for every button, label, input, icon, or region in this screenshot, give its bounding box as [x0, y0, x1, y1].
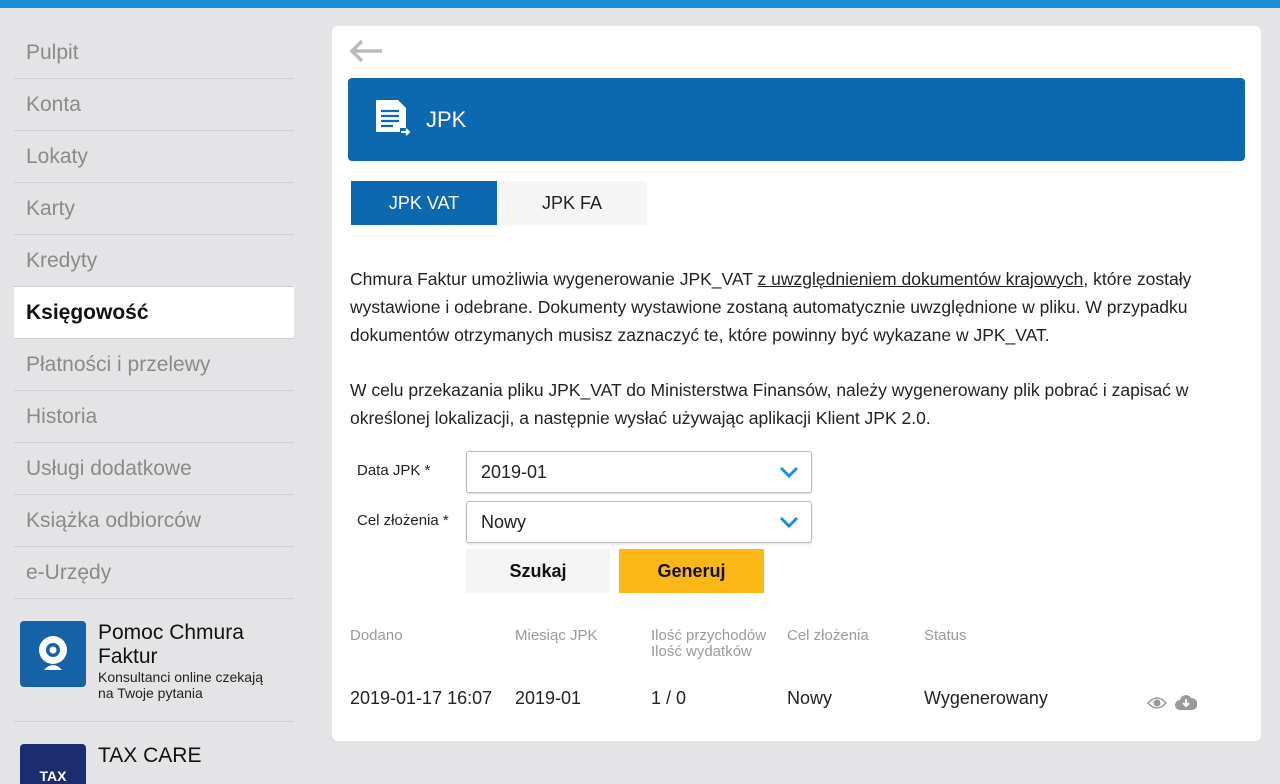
date-select[interactable]: 2019-01: [466, 451, 812, 493]
purpose-value: Nowy: [481, 511, 527, 532]
eye-icon[interactable]: [1147, 696, 1167, 710]
tax-care-logo: TAX: [20, 744, 86, 784]
page-title: JPK: [426, 106, 467, 132]
cell-month: 2019-01: [515, 688, 582, 708]
help-line2: na Twoje pytania: [98, 685, 203, 701]
sidebar-item-pulpit[interactable]: Pulpit: [14, 27, 294, 79]
back-arrow-icon[interactable]: [348, 38, 384, 64]
sidebar-item-kredyty[interactable]: Kredyty: [14, 235, 294, 287]
date-label: Data JPK *: [357, 462, 431, 479]
date-value: 2019-01: [481, 461, 548, 482]
tab-jpk-fa[interactable]: JPK FA: [497, 181, 647, 225]
purpose-select[interactable]: Nowy: [466, 501, 812, 543]
col-income: Ilość przychodów: [651, 627, 767, 644]
text: Chmura Faktur umożliwia wygenerowanie JP…: [350, 269, 758, 289]
main-panel: JPK JPK VAT JPK FA Chmura Faktur umożliw…: [332, 26, 1261, 741]
sidebar-item-uslugi[interactable]: Usługi dodatkowe: [14, 443, 294, 495]
tabs: JPK VAT JPK FA: [351, 181, 647, 225]
col-status: Status: [924, 627, 967, 644]
purpose-label: Cel złożenia *: [357, 512, 449, 529]
sidebar: Pulpit Konta Lokaty Karty Kredyty Księgo…: [14, 27, 294, 784]
col-purpose: Cel złożenia: [787, 627, 869, 644]
cell-status: Wygenerowany: [924, 688, 1048, 708]
sidebar-item-historia[interactable]: Historia: [14, 391, 294, 443]
sidebar-item-lokaty[interactable]: Lokaty: [14, 131, 294, 183]
chevron-down-icon: [779, 466, 799, 479]
top-bar: [0, 0, 1280, 8]
sidebar-item-karty[interactable]: Karty: [14, 183, 294, 235]
sidebar-item-konta[interactable]: Konta: [14, 79, 294, 131]
help-promo[interactable]: Pomoc Chmura Faktur Konsultanci online c…: [14, 599, 294, 722]
description-2: W celu przekazania pliku JPK_VAT do Mini…: [350, 380, 1189, 428]
domestic-docs-link[interactable]: z uwzględnieniem dokumentów krajowych: [758, 269, 1084, 289]
generate-button[interactable]: Generuj: [619, 549, 764, 593]
description-1: Chmura Faktur umożliwia wygenerowanie JP…: [350, 265, 1240, 349]
col-added: Dodano: [350, 627, 403, 644]
col-counts: Ilość przychodów Ilość wydatków: [651, 628, 766, 660]
sidebar-item-platnosci[interactable]: Płatności i przelewy: [14, 339, 294, 391]
help-title: Pomoc Chmura Faktur: [98, 621, 244, 668]
tab-jpk-vat[interactable]: JPK VAT: [351, 181, 497, 225]
sidebar-item-ksiegowosc[interactable]: Księgowość: [14, 287, 294, 339]
sidebar-item-e-urzedy[interactable]: e-Urzędy: [14, 547, 294, 599]
tax-care-promo[interactable]: TAX TAX CARE: [14, 722, 294, 784]
document-export-icon: [376, 99, 411, 136]
page-header: JPK: [348, 78, 1245, 161]
tax-care-title: TAX CARE: [98, 744, 202, 767]
search-button[interactable]: Szukaj: [466, 549, 610, 593]
webcam-icon: [20, 621, 86, 687]
cell-counts: 1 / 0: [651, 688, 687, 708]
sidebar-item-ksiazka[interactable]: Książka odbiorców: [14, 495, 294, 547]
col-expenses: Ilość wydatków: [651, 643, 752, 660]
help-line1: Konsultanci online czekają: [98, 669, 263, 685]
cell-added: 2019-01-17 16:07: [350, 688, 493, 708]
cloud-download-icon[interactable]: [1175, 693, 1197, 711]
cell-purpose: Nowy: [787, 688, 833, 708]
col-month: Miesiąc JPK: [515, 627, 598, 644]
chevron-down-icon: [779, 516, 799, 529]
